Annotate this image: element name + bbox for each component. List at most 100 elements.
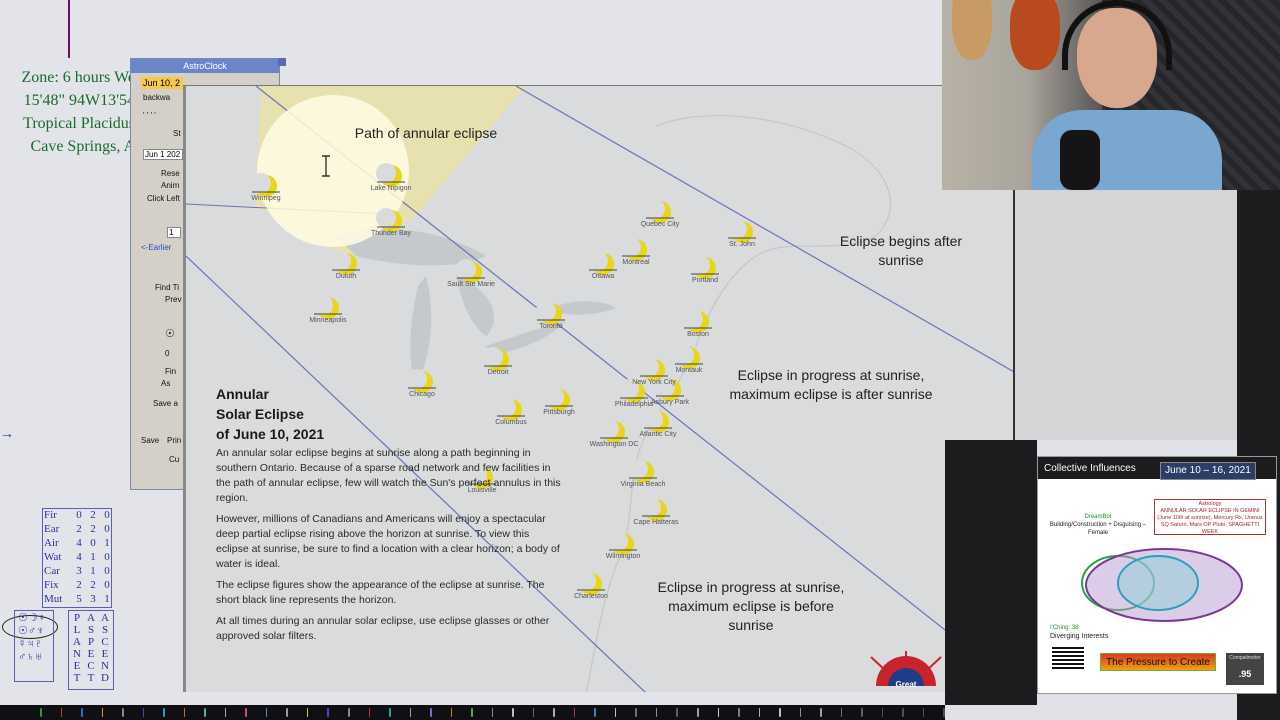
map-description: An annular solar eclipse begins at sunri… [216,446,561,650]
progress-before-line-1: Eclipse in progress at sunrise, [657,579,845,595]
city-label: Toronto [539,323,563,330]
progress-after-label: Eclipse in progress at sunrise, maximum … [726,366,936,404]
as-radio[interactable]: As [161,379,170,388]
taskbar-app-icon[interactable] [286,708,288,717]
moon-shadow [331,251,351,271]
taskbar-app-icon[interactable] [122,708,124,717]
city-label: Columbus [495,419,527,426]
taskbar-app-icon[interactable] [409,708,412,717]
sun-icon[interactable]: ☉ [165,327,175,340]
element-table-border [42,508,112,608]
taskbar-app-icon[interactable] [881,708,884,717]
city-label: Minneapolis [309,317,347,324]
moon-shadow [376,163,396,183]
taskbar-app-icon[interactable] [40,708,42,717]
save-button[interactable]: Save [141,436,159,445]
city-label: Quebec City [640,221,680,228]
taskbar-app-icon[interactable] [512,708,514,717]
taskbar-app-icon[interactable] [840,708,843,717]
moon-shadow [608,531,628,551]
taskbar-app-icon[interactable] [224,708,227,717]
taskbar-app-icon[interactable] [717,708,720,717]
taskbar-app-icon[interactable] [347,708,350,717]
taskbar-app-icon[interactable] [204,708,206,717]
taskbar-app-icon[interactable] [430,708,432,717]
logo-text: Great [895,680,917,689]
taskbar-app-icon[interactable] [368,708,371,717]
taskbar-app-icon[interactable] [902,708,904,717]
taskbar-app-icon[interactable] [553,708,555,717]
taskbar-app-icon[interactable] [943,708,945,717]
moon-shadow [643,409,663,429]
taskbar-app-icon[interactable] [142,708,145,717]
taskbar-app-icon[interactable] [163,708,165,717]
webcam-feed [942,0,1280,190]
microphone-icon [1060,130,1100,190]
taskbar-app-icon[interactable] [450,708,453,717]
date-field[interactable]: Jun 1 202 [143,149,183,160]
taskbar-app-icon[interactable] [594,708,596,717]
taskbar-app-icon[interactable] [820,708,822,717]
location-text: Cave Springs, A [30,138,135,155]
taskbar-app-icon[interactable] [758,708,761,717]
guitar-icon [1010,0,1060,70]
taskbar-app-icon[interactable] [471,708,473,717]
taskbar-app-icon[interactable] [491,708,494,717]
moon-shadow [251,173,271,193]
city-label: Louisville [467,487,497,494]
taskbar-app-icon[interactable] [655,708,658,717]
taskbar-app-icon[interactable] [327,708,329,717]
taskbar-app-icon[interactable] [635,708,637,717]
taskbar-app-icon[interactable] [738,708,740,717]
taskbar-app-icon[interactable] [265,708,268,717]
city-label: Montreal [622,259,650,266]
taskbar-app-icon[interactable] [779,708,781,717]
taskbar-app-icon[interactable] [697,708,699,717]
city-label: Winnipeg [251,195,281,202]
taskbar-app-icon[interactable] [60,708,63,717]
taskbar-app-icon[interactable] [861,708,863,717]
moon-shadow [496,397,516,417]
city-label: Thunder Bay [370,230,412,237]
taskbar-app-icon[interactable] [389,708,391,717]
moon-shadow [645,199,665,219]
print-button[interactable]: Prin [167,436,181,445]
taskbar-app-icon[interactable] [532,708,535,717]
compatimeter-label: Compatimeter [1229,655,1261,661]
taskbar-app-icon[interactable] [101,708,104,717]
moon-shadow [456,259,476,279]
find-button[interactable]: Fin [165,367,176,376]
moon-shadow [599,419,619,439]
animate-checkbox[interactable]: Anim [161,181,179,190]
start-button[interactable]: St [173,129,181,138]
compatimeter: Compatimeter .95 [1226,653,1264,685]
map-title-line-1: Annular [216,386,269,402]
save-as-button[interactable]: Save a [153,399,178,408]
astroclock-title[interactable]: AstroClock [131,59,279,73]
taskbar-app-icon[interactable] [573,708,576,717]
taskbar-app-icon[interactable] [922,708,925,717]
taskbar-app-icon[interactable] [183,708,186,717]
earlier-button[interactable]: <-Earlier [141,243,171,252]
taskbar-app-icon[interactable] [676,708,678,717]
step-field[interactable]: 1 [167,227,181,238]
city-label: St. John [729,241,755,248]
close-icon[interactable] [278,58,286,66]
taskbar-app-icon[interactable] [614,708,617,717]
step-dots: ' ' ' ' [143,111,156,120]
backward-button[interactable]: backwa [143,93,170,102]
moon-shadow [683,309,703,329]
prev-option[interactable]: Prev [165,295,181,304]
pressure-to-create-banner: The Pressure to Create [1100,653,1216,671]
taskbar-app-icon[interactable] [245,708,247,717]
reset-button[interactable]: Rese [161,169,180,178]
taskbar-app-icon[interactable] [81,708,83,717]
zero-field[interactable]: 0 [165,349,169,358]
city-label: Lake Nipigon [370,185,412,192]
description-paragraph-2: However, millions of Canadians and Ameri… [216,513,560,570]
taskbar-app-icon[interactable] [799,708,802,717]
taskbar-app-icon[interactable] [306,708,309,717]
moon-shadow [690,255,710,275]
cut-button[interactable]: Cu [169,455,179,464]
dreambot-text: Building/Construction + Disguising – Fem… [1049,522,1147,536]
